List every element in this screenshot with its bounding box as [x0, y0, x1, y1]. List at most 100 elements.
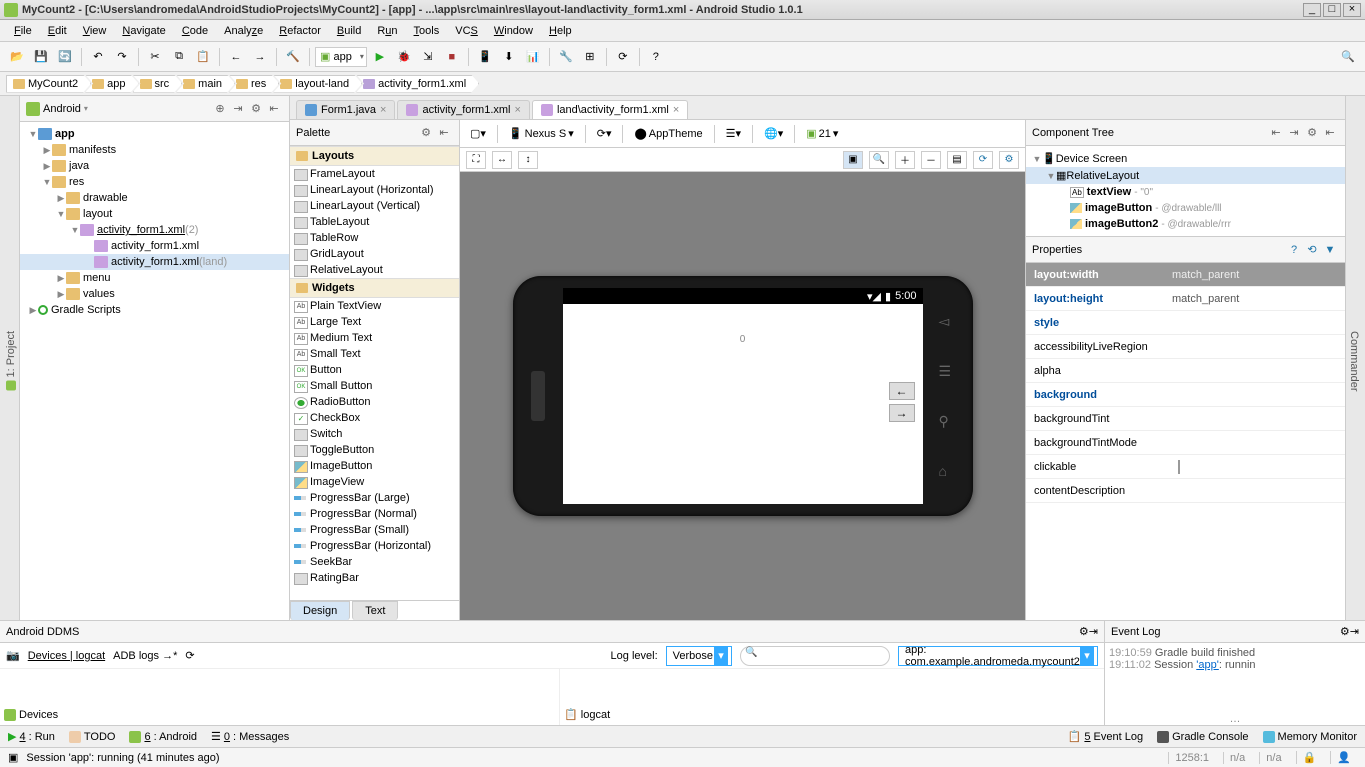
make-icon[interactable]: 🔨	[282, 46, 304, 68]
gear-icon[interactable]: ⚙	[1079, 625, 1089, 638]
api-combo[interactable]: ▣21▾	[802, 125, 842, 142]
palette-group-layouts[interactable]: Layouts	[290, 146, 459, 166]
revert-icon[interactable]: ⟲	[1303, 243, 1321, 256]
crumb-app[interactable]: app	[85, 75, 138, 93]
loglevel-combo[interactable]: Verbose	[666, 646, 732, 666]
palette-switch[interactable]: Switch	[290, 426, 459, 442]
btab-todo[interactable]: TODO	[69, 731, 116, 743]
menu-view[interactable]: View	[75, 22, 115, 40]
ctree-device-screen[interactable]: ▼📱 Device Screen	[1026, 150, 1345, 167]
tree-activity-form1[interactable]: ▼activity_form1.xml (2)	[20, 222, 289, 238]
view-normal-icon[interactable]: ▣	[843, 151, 863, 169]
lock-icon[interactable]: 🔒	[1296, 751, 1323, 764]
menu-vcs[interactable]: VCS	[447, 22, 486, 40]
ddms-tabs[interactable]: Devices | logcat	[28, 650, 105, 662]
btab-android[interactable]: 6: Android	[129, 731, 197, 743]
close-icon[interactable]: ×	[673, 104, 679, 116]
structure-icon[interactable]: ⊞	[579, 46, 601, 68]
prop-layout-width[interactable]: layout:widthmatch_parent	[1026, 263, 1345, 287]
run-config-combo[interactable]: ▣ app	[315, 47, 367, 67]
palette-group-widgets[interactable]: Widgets	[290, 278, 459, 298]
zoom-real-icon[interactable]: ↔	[492, 151, 512, 169]
screen-imagebutton-left[interactable]: ←	[889, 382, 915, 400]
btab-memory-monitor[interactable]: Memory Monitor	[1263, 731, 1357, 743]
avd-icon[interactable]: 📱	[474, 46, 496, 68]
menu-navigate[interactable]: Navigate	[114, 22, 173, 40]
btab-event-log[interactable]: 📋 5 Event Log	[1068, 730, 1143, 743]
collapse-icon[interactable]: ⇥	[1285, 126, 1303, 139]
palette-togglebutton[interactable]: ToggleButton	[290, 442, 459, 458]
crumb-file[interactable]: activity_form1.xml	[356, 75, 479, 93]
close-icon[interactable]: ×	[380, 104, 386, 116]
crumb-project[interactable]: MyCount2	[6, 75, 91, 93]
palette-largetext[interactable]: Large Text	[290, 314, 459, 330]
crumb-res[interactable]: res	[229, 75, 279, 93]
locale-icon[interactable]: 🌐▾	[760, 125, 787, 142]
tree-activity-form1-default[interactable]: activity_form1.xml	[20, 238, 289, 254]
close-button[interactable]: ×	[1343, 3, 1361, 17]
theme-combo[interactable]: ⬤ AppTheme	[630, 125, 706, 142]
undo-icon[interactable]: ↶	[87, 46, 109, 68]
gear-icon[interactable]: ⚙	[1303, 126, 1321, 139]
btab-messages[interactable]: ☰ 0: Messages	[211, 730, 289, 743]
back-icon[interactable]: ←	[225, 46, 247, 68]
tree-drawable[interactable]: ▶drawable	[20, 190, 289, 206]
session-link[interactable]: 'app'	[1196, 659, 1219, 671]
zoom-wrap-icon[interactable]: ↕	[518, 151, 538, 169]
crumb-main[interactable]: main	[176, 75, 235, 93]
filter-icon[interactable]: ▼	[1321, 244, 1339, 256]
tab-project[interactable]: 1: Project	[3, 327, 19, 394]
prop-style[interactable]: style	[1026, 311, 1345, 335]
palette-gridlayout[interactable]: GridLayout	[290, 246, 459, 262]
palette-progressbar-small[interactable]: ProgressBar (Small)	[290, 522, 459, 538]
camera-icon[interactable]: 📷	[6, 649, 20, 662]
debug-icon[interactable]: 🐞	[393, 46, 415, 68]
run-icon[interactable]: ▶	[369, 46, 391, 68]
palette-linearlayout-h[interactable]: LinearLayout (Horizontal)	[290, 182, 459, 198]
prop-alpha[interactable]: alpha	[1026, 359, 1345, 383]
tab-form1-java[interactable]: Form1.java×	[296, 100, 395, 119]
palette-plaintextview[interactable]: Plain TextView	[290, 298, 459, 314]
menu-code[interactable]: Code	[174, 22, 216, 40]
palette-button[interactable]: Button	[290, 362, 459, 378]
orientation-icon[interactable]: ⟳▾	[593, 125, 616, 142]
ctree-imagebutton2[interactable]: imageButton2- @drawable/rrr	[1026, 216, 1345, 232]
menu-build[interactable]: Build	[329, 22, 369, 40]
checkbox-icon[interactable]	[1178, 460, 1180, 474]
activity-combo[interactable]: ☰▾	[722, 125, 745, 142]
help-icon[interactable]: ?	[645, 46, 667, 68]
tree-values[interactable]: ▶values	[20, 286, 289, 302]
stop-icon[interactable]: ■	[441, 46, 463, 68]
palette-progressbar-large[interactable]: ProgressBar (Large)	[290, 490, 459, 506]
tree-activity-form1-land[interactable]: activity_form1.xml (land)	[20, 254, 289, 270]
prop-background[interactable]: background	[1026, 383, 1345, 407]
palette-radiobutton[interactable]: RadioButton	[290, 394, 459, 410]
screen-imagebutton-right[interactable]: →	[889, 404, 915, 422]
save-icon[interactable]: 💾	[30, 46, 52, 68]
prop-accessibility[interactable]: accessibilityLiveRegion	[1026, 335, 1345, 359]
screen-textview[interactable]: 0	[740, 334, 746, 345]
menu-window[interactable]: Window	[486, 22, 541, 40]
tree-menu[interactable]: ▶menu	[20, 270, 289, 286]
cut-icon[interactable]: ✂	[144, 46, 166, 68]
prop-backgroundtintmode[interactable]: backgroundTintMode	[1026, 431, 1345, 455]
prop-contentdescription[interactable]: contentDescription	[1026, 479, 1345, 503]
hide-icon[interactable]: ⇤	[1321, 126, 1339, 139]
zoom-fit-icon[interactable]: ⛶	[466, 151, 486, 169]
project-view-combo[interactable]: Android ▾	[26, 102, 211, 116]
refresh-icon[interactable]: ⟳	[973, 151, 993, 169]
palette-framelayout[interactable]: FrameLayout	[290, 166, 459, 182]
menu-file[interactable]: File	[6, 22, 40, 40]
help-icon[interactable]: ?	[1285, 244, 1303, 256]
maximize-button[interactable]: □	[1323, 3, 1341, 17]
gear-icon[interactable]: ⚙	[1340, 625, 1350, 638]
zoom-actual-icon[interactable]: 🔍	[869, 151, 889, 169]
config-icon[interactable]: ▢▾	[466, 125, 490, 142]
tree-app[interactable]: ▼app	[20, 126, 289, 142]
crumb-src[interactable]: src	[133, 75, 183, 93]
palette-smallbutton[interactable]: Small Button	[290, 378, 459, 394]
tab-commander[interactable]: Commander	[1346, 327, 1362, 396]
hide-icon[interactable]: ⇤	[435, 126, 453, 139]
log-search[interactable]	[740, 646, 890, 666]
ctree-imagebutton[interactable]: imageButton- @drawable/lll	[1026, 200, 1345, 216]
